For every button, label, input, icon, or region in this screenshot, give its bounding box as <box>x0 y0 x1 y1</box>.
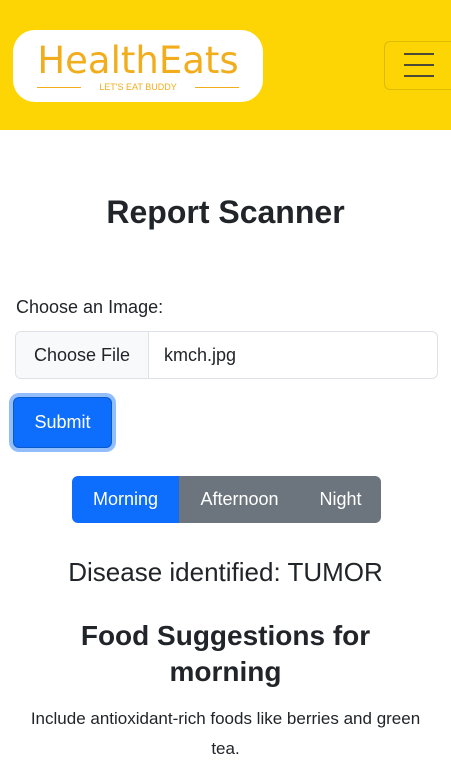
brand-logo[interactable]: HealthEats LET'S EAT BUDDY <box>13 30 263 102</box>
time-of-day-tabs: Morning Afternoon Night <box>72 476 381 523</box>
disease-result: Disease identified: TUMOR <box>68 557 383 587</box>
choose-file-button[interactable]: Choose File <box>16 332 149 378</box>
food-suggestions-title: Food Suggestions for morning <box>80 620 371 687</box>
page-title: Report Scanner <box>106 194 345 230</box>
tab-night[interactable]: Night <box>300 476 381 523</box>
submit-button[interactable]: Submit <box>13 397 112 448</box>
tagline-divider-right <box>195 87 239 88</box>
tab-afternoon[interactable]: Afternoon <box>179 476 300 523</box>
navbar: HealthEats LET'S EAT BUDDY <box>0 0 451 130</box>
food-suggestion-text: Include antioxidant-rich foods like berr… <box>30 709 421 758</box>
image-upload-label: Choose an Image: <box>16 297 164 317</box>
navbar-toggle-button[interactable] <box>384 41 451 90</box>
hamburger-bar <box>404 64 434 66</box>
tab-morning[interactable]: Morning <box>72 476 179 523</box>
brand-tagline-row: LET'S EAT BUDDY <box>37 80 239 94</box>
selected-file-name: kmch.jpg <box>164 345 237 365</box>
image-file-input[interactable]: Choose File kmch.jpg <box>15 331 438 379</box>
hamburger-bar <box>404 75 434 77</box>
hamburger-bar <box>404 53 434 55</box>
brand-name: HealthEats <box>37 39 239 82</box>
